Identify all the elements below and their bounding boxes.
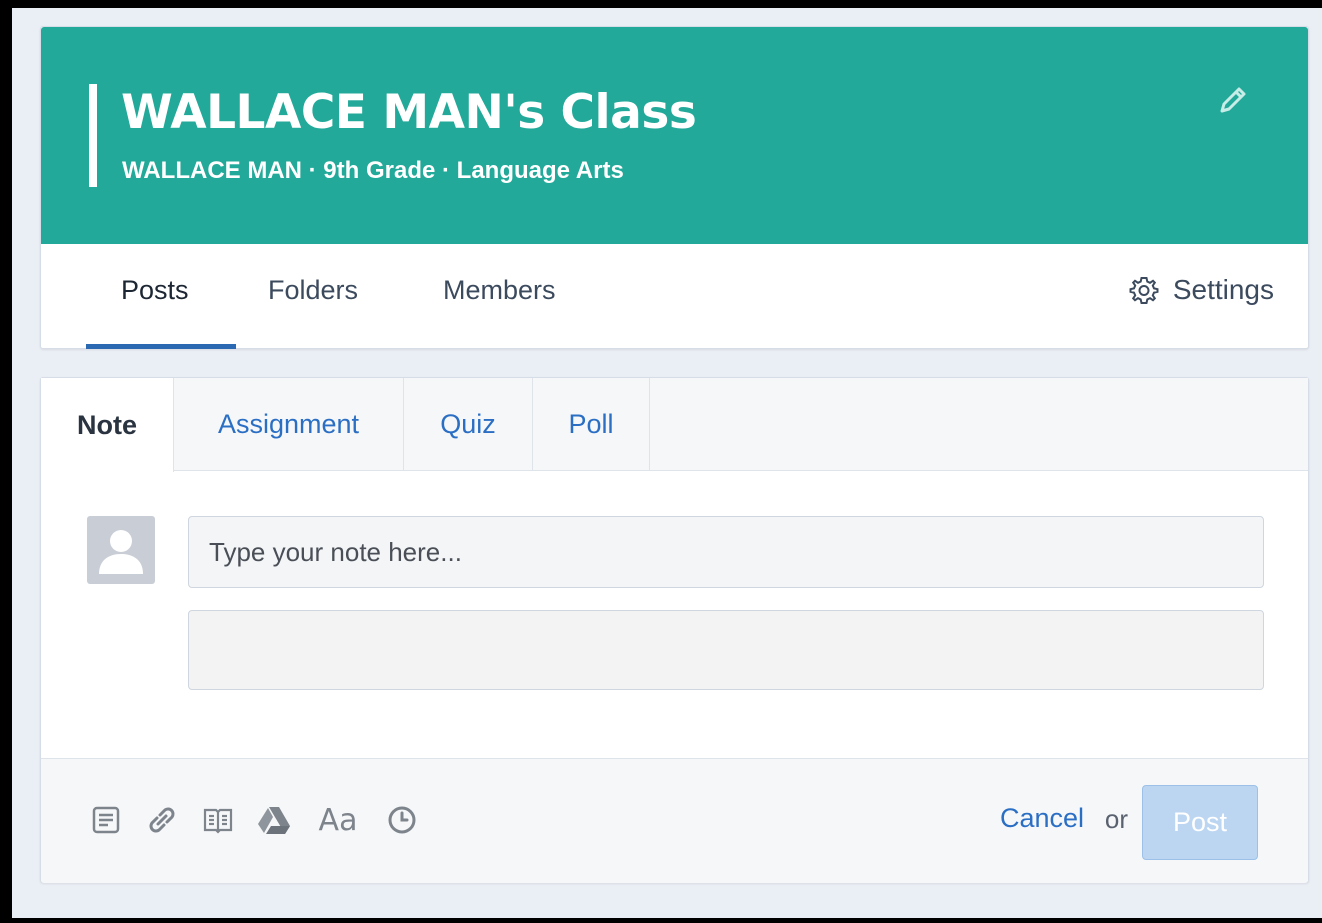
banner-accent-bar xyxy=(89,84,97,187)
avatar xyxy=(87,516,155,584)
tab-quiz[interactable]: Quiz xyxy=(404,378,533,471)
class-title: WALLACE MAN's Class xyxy=(121,85,697,140)
class-nav-tabs: Posts Folders Members Settings xyxy=(41,244,1308,349)
composer-tabs: Note Assignment Quiz Poll xyxy=(41,378,1308,472)
active-tab-indicator xyxy=(86,344,236,349)
class-header-card: WALLACE MAN's Class WALLACE MAN · 9th Gr… xyxy=(40,26,1309,349)
composer-toolbar: Aa xyxy=(83,797,425,843)
user-silhouette-icon xyxy=(99,530,143,574)
tab-assignment[interactable]: Assignment xyxy=(174,378,404,471)
settings-link[interactable]: Settings xyxy=(1129,274,1274,306)
google-drive-icon[interactable] xyxy=(251,797,297,843)
settings-label: Settings xyxy=(1172,274,1274,305)
tab-folders[interactable]: Folders xyxy=(268,275,358,306)
composer-footer: Aa Cancel or Post xyxy=(41,758,1308,883)
tab-note[interactable]: Note xyxy=(41,378,174,472)
class-banner: WALLACE MAN's Class WALLACE MAN · 9th Gr… xyxy=(41,27,1308,244)
link-icon[interactable] xyxy=(139,797,185,843)
cancel-button[interactable]: Cancel xyxy=(1000,803,1084,834)
tab-poll[interactable]: Poll xyxy=(533,378,650,471)
note-input[interactable] xyxy=(188,516,1264,588)
pencil-icon[interactable] xyxy=(1214,83,1250,119)
tab-members[interactable]: Members xyxy=(443,275,556,306)
library-icon[interactable] xyxy=(195,797,241,843)
clock-icon[interactable] xyxy=(379,797,425,843)
gear-icon xyxy=(1129,277,1159,304)
attachment-area[interactable] xyxy=(188,610,1264,690)
post-button[interactable]: Post xyxy=(1142,785,1258,860)
tab-posts[interactable]: Posts xyxy=(121,275,189,306)
or-label: or xyxy=(1104,804,1128,834)
file-icon[interactable] xyxy=(83,797,129,843)
font-icon[interactable]: Aa xyxy=(307,797,369,843)
page-frame: WALLACE MAN's Class WALLACE MAN · 9th Gr… xyxy=(12,8,1322,918)
class-subtitle: WALLACE MAN · 9th Grade · Language Arts xyxy=(122,157,624,184)
post-composer: Note Assignment Quiz Poll Type your note… xyxy=(40,377,1309,883)
